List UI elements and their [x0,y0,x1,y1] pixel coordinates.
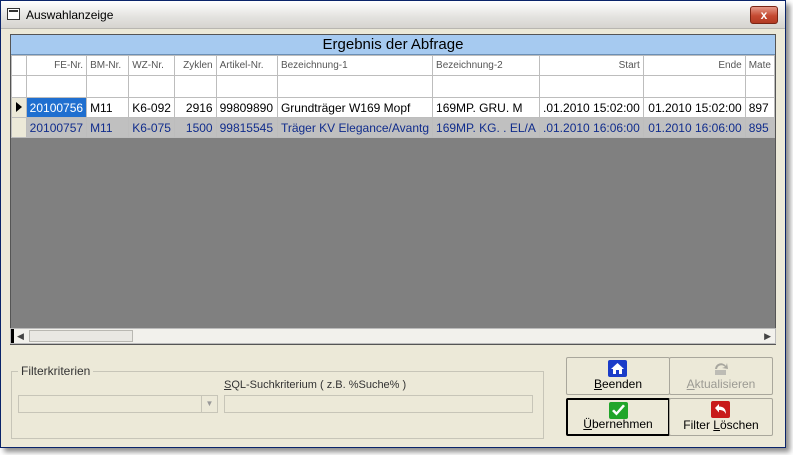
table-cell-ende[interactable]: 01.2010 15:02:00 [642,97,746,118]
table-cell-ende[interactable]: 01.2010 16:06:00 [642,117,746,138]
table-cell-start[interactable]: .01.2010 15:02:00 [538,97,644,118]
column-header-artikel-nr[interactable]: Artikel-Nr. [215,55,278,76]
table-row[interactable]: 20100757 M11 K6-075 1500 99815545 Träger… [11,117,775,138]
filter-cell[interactable] [86,75,130,98]
table-cell-bm-nr[interactable]: M11 [86,117,130,138]
title-bar[interactable]: Auswahlanzeige x [1,1,785,29]
close-button[interactable]: x [750,6,778,24]
filter-loeschen-button[interactable]: Filter Löschen [669,398,773,436]
filter-cell[interactable] [174,75,217,98]
column-header-zyklen[interactable]: Zyklen [174,55,217,76]
table-cell-start[interactable]: .01.2010 16:06:00 [538,117,644,138]
table-cell-material[interactable]: 897 [744,97,775,118]
scrollbar-edge [11,329,14,343]
undo-icon [711,401,730,418]
column-header-wz-nr[interactable]: WZ-Nr. [128,55,176,76]
row-indicator[interactable] [11,117,27,138]
filter-row[interactable] [11,75,775,98]
row-indicator[interactable] [11,97,27,118]
table-cell-zyklen[interactable]: 1500 [174,117,217,138]
auswahlanzeige-window: Auswahlanzeige x Ergebnis der Abfrage FE… [0,0,786,448]
filter-cell[interactable] [128,75,176,98]
filter-loeschen-label: Filter Löschen [683,418,759,432]
column-header-start[interactable]: Start [538,55,644,76]
refresh-icon [711,360,730,377]
table-cell-fe-nr[interactable]: 20100757 [25,117,88,138]
filter-cell [11,75,27,98]
table-cell-wz-nr[interactable]: K6-092 [128,97,176,118]
column-header-ende[interactable]: Ende [642,55,746,76]
filter-cell[interactable] [744,75,775,98]
window-title: Auswahlanzeige [26,8,114,22]
result-grid[interactable]: Ergebnis der Abfrage FE-Nr. BM-Nr. WZ-Nr… [10,34,776,345]
filter-cell[interactable] [276,75,434,98]
sql-criterion-label: SQL-Suchkriterium ( z.B. %Suche% ) [224,379,406,391]
table-cell-artikel-nr[interactable]: 99815545 [215,117,278,138]
sql-label-text: QL-Suchkriterium ( z.B. %Suche% ) [231,379,407,391]
header-row: FE-Nr. BM-Nr. WZ-Nr. Zyklen Artikel-Nr. … [11,55,775,76]
filter-cell[interactable] [25,75,88,98]
scrollbar-thumb[interactable] [29,330,133,342]
beenden-label: Beenden [593,377,643,391]
filter-cell[interactable] [432,75,540,98]
window-icon [7,8,20,20]
table-cell-bm-nr[interactable]: M11 [86,97,130,118]
aktualisieren-label: Aktualisieren [686,377,756,391]
column-header-material[interactable]: Mate [744,55,775,76]
filter-field-select[interactable]: ▼ [18,395,218,413]
table-cell-bezeichnung-2[interactable]: 169MP. KG. . EL/A [432,117,540,138]
filter-cell[interactable] [642,75,746,98]
table-cell-wz-nr[interactable]: K6-075 [128,117,176,138]
grid-caption: Ergebnis der Abfrage [11,35,775,55]
sql-criterion-input[interactable] [224,395,533,413]
column-header-bm-nr[interactable]: BM-Nr. [86,55,130,76]
uebernehmen-button[interactable]: Übernehmen [566,398,670,436]
filter-group-legend: Filterkriterien [18,364,94,378]
table-cell-fe-nr[interactable]: 20100756 [25,97,88,118]
uebernehmen-label: Übernehmen [583,417,653,431]
beenden-button[interactable]: Beenden [566,357,670,395]
column-header-fe-nr[interactable]: FE-Nr. [25,55,88,76]
table-cell-bezeichnung-2[interactable]: 169MP. GRU. M [432,97,540,118]
horizontal-scrollbar[interactable]: ◀ ▶ [10,328,776,344]
column-header-bezeichnung-2[interactable]: Bezeichnung-2 [432,55,540,76]
filter-cell[interactable] [215,75,278,98]
table-cell-material[interactable]: 895 [744,117,775,138]
scroll-right-icon[interactable]: ▶ [764,331,771,342]
column-header-bezeichnung-1[interactable]: Bezeichnung-1 [276,55,434,76]
aktualisieren-button[interactable]: Aktualisieren [669,357,773,395]
result-table: FE-Nr. BM-Nr. WZ-Nr. Zyklen Artikel-Nr. … [11,55,775,138]
current-row-arrow-icon [15,101,22,112]
table-cell-bezeichnung-1[interactable]: Träger KV Elegance/Avantg [276,117,434,138]
filter-cell[interactable] [538,75,644,98]
chevron-down-icon[interactable]: ▼ [201,396,217,412]
table-cell-bezeichnung-1[interactable]: Grundträger W169 Mopf [276,97,434,118]
table-cell-artikel-nr[interactable]: 99809890 [215,97,278,118]
home-icon [608,360,627,377]
scroll-left-icon[interactable]: ◀ [17,331,24,342]
table-row[interactable]: 20100756 M11 K6-092 2916 99809890 Grundt… [11,97,775,118]
table-cell-zyklen[interactable]: 2916 [174,97,217,118]
row-indicator-header [11,55,27,76]
